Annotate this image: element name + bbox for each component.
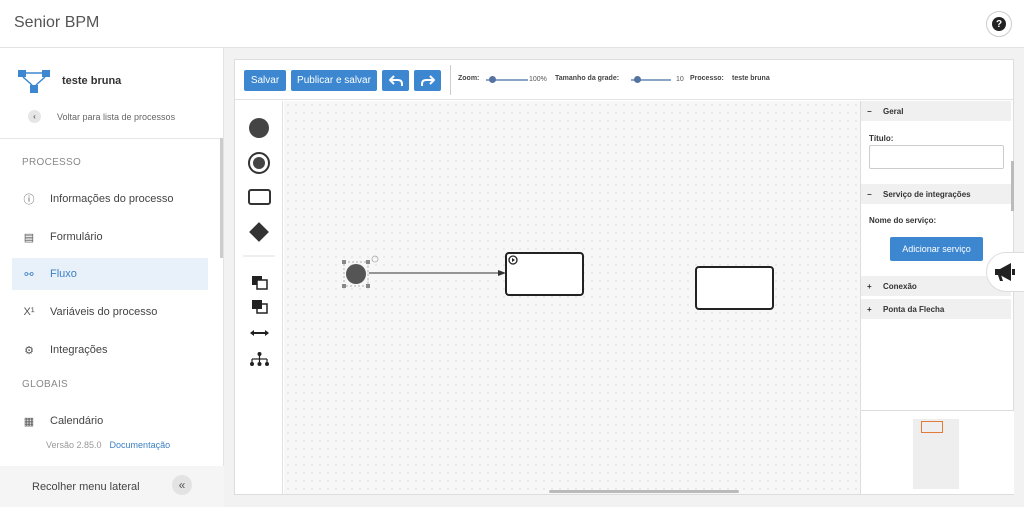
process-header: teste bruna	[18, 68, 121, 94]
sidebar-item-flow[interactable]: ⚯ Fluxo	[12, 258, 208, 290]
form-icon: ▤	[23, 231, 35, 244]
question-circle-icon: ?	[992, 17, 1006, 31]
grid-size-slider-knob[interactable]	[634, 76, 641, 83]
chevron-left-icon: ‹	[28, 110, 41, 123]
info-circle-icon: ⓘ	[23, 194, 35, 206]
process-logo-icon	[18, 70, 50, 93]
sidebar-item-label: Integrações	[50, 344, 108, 356]
documentation-link[interactable]: Documentação	[110, 440, 171, 450]
expand-plus-icon: +	[867, 281, 872, 291]
properties-scrollbar[interactable]	[1011, 161, 1014, 211]
collapse-minus-icon: −	[867, 189, 872, 199]
add-service-button[interactable]: Adicionar serviço	[890, 237, 983, 261]
horizontal-arrow-icon[interactable]	[250, 330, 269, 336]
section-label-global: GLOBAIS	[22, 379, 69, 390]
sidebar-item-integrations[interactable]: ⚙ Integrações	[12, 334, 208, 366]
editor-toolbar: Salvar Publicar e salvar Zoom: 100% Tama…	[235, 60, 1013, 100]
general-header-label: Geral	[883, 106, 904, 116]
toolbar-divider	[450, 65, 451, 95]
gears-icon: ⚙	[24, 344, 34, 357]
sidebar-item-label: Informações do processo	[50, 193, 174, 205]
task-node-1[interactable]	[505, 252, 584, 296]
sidebar-item-variables[interactable]: X¹ Variáveis do processo	[12, 296, 208, 328]
collapse-label: Recolher menu lateral	[32, 480, 140, 493]
zoom-label: Zoom:	[458, 75, 480, 82]
flow-canvas[interactable]	[284, 101, 860, 494]
bring-to-front-icon[interactable]	[252, 276, 268, 290]
sidebar-item-process-info[interactable]: ⓘ Informações do processo	[12, 183, 208, 215]
save-button[interactable]: Salvar	[244, 70, 286, 91]
app-title: Senior BPM	[14, 14, 100, 31]
expand-plus-icon: +	[867, 304, 872, 314]
collapse-sidebar[interactable]: Recolher menu lateral «	[0, 466, 224, 507]
task-tool[interactable]	[248, 189, 271, 205]
hierarchy-icon[interactable]	[250, 352, 269, 366]
sidebar: teste bruna ‹ Voltar para lista de proce…	[0, 48, 224, 507]
service-name-label: Nome do serviço:	[869, 216, 937, 225]
gateway-tool[interactable]	[249, 222, 269, 242]
sidebar-scrollbar[interactable]	[220, 138, 223, 258]
end-event-tool[interactable]	[248, 152, 270, 174]
megaphone-icon	[995, 263, 1015, 281]
process-label: Processo:	[690, 75, 724, 82]
sidebar-item-label: Variáveis do processo	[50, 306, 158, 318]
connection-header-label: Conexão	[883, 281, 917, 291]
sidebar-item-label: Calendário	[50, 415, 104, 427]
canvas-horizontal-scrollbar[interactable]	[549, 490, 739, 493]
palette-shapes	[243, 118, 275, 366]
undo-button[interactable]	[382, 70, 409, 91]
redo-button[interactable]	[414, 70, 441, 91]
start-event-tool[interactable]	[249, 118, 269, 138]
properties-panel: − Geral Título: − Serviço de integrações…	[860, 101, 1014, 494]
general-section-header[interactable]: − Geral	[861, 101, 1011, 121]
grid-size-label: Tamanho da grade:	[555, 75, 620, 82]
variable-icon: X¹	[23, 306, 35, 318]
publish-save-button[interactable]: Publicar e salvar	[291, 70, 377, 91]
redo-icon	[420, 74, 435, 86]
flow-icon: ⚯	[24, 268, 34, 281]
task-node-2[interactable]	[695, 266, 774, 310]
integration-service-header[interactable]: − Serviço de integrações	[861, 184, 1011, 204]
shape-palette	[235, 101, 283, 494]
arrowhead-section-header[interactable]: + Ponta da Flecha	[861, 299, 1011, 319]
zoom-value: 100%	[529, 76, 547, 83]
process-value: teste bruna	[732, 75, 770, 82]
double-chevron-left-icon[interactable]: «	[172, 475, 192, 495]
top-bar: Senior BPM ?	[0, 0, 1024, 48]
version-label: Versão 2.85.0	[46, 440, 102, 450]
arrowhead-header-label: Ponta da Flecha	[883, 304, 945, 314]
grid-size-value: 10	[676, 76, 684, 83]
flow-editor: Salvar Publicar e salvar Zoom: 100% Tama…	[234, 59, 1014, 495]
send-to-back-icon[interactable]	[252, 300, 268, 314]
process-name: teste bruna	[62, 75, 122, 87]
integration-service-header-label: Serviço de integrações	[883, 189, 971, 199]
diagram	[342, 252, 774, 310]
edge-arrowhead	[498, 270, 506, 276]
version-info: Versão 2.85.0 Documentação	[46, 440, 170, 450]
sidebar-item-label: Fluxo	[50, 268, 77, 280]
undo-icon	[388, 74, 403, 86]
section-label-process: PROCESSO	[22, 157, 82, 168]
sidebar-item-label: Formulário	[50, 231, 103, 243]
collapse-minus-icon: −	[867, 106, 872, 116]
minimap-viewport[interactable]	[921, 421, 943, 433]
calendar-icon: ▦	[23, 415, 35, 428]
title-label: Título:	[869, 134, 894, 143]
zoom-slider-knob[interactable]	[489, 76, 496, 83]
title-input[interactable]	[869, 145, 1004, 169]
sidebar-item-form[interactable]: ▤ Formulário	[12, 221, 208, 253]
sidebar-item-calendar[interactable]: ▦ Calendário	[12, 405, 208, 437]
minimap[interactable]	[861, 410, 1014, 494]
divider	[0, 138, 224, 139]
feedback-button[interactable]	[986, 252, 1024, 292]
back-link-label: Voltar para lista de processos	[57, 111, 176, 122]
start-event-node[interactable]	[342, 255, 379, 288]
help-button[interactable]: ?	[986, 11, 1012, 37]
back-to-list-link[interactable]: ‹ Voltar para lista de processos	[28, 110, 175, 123]
